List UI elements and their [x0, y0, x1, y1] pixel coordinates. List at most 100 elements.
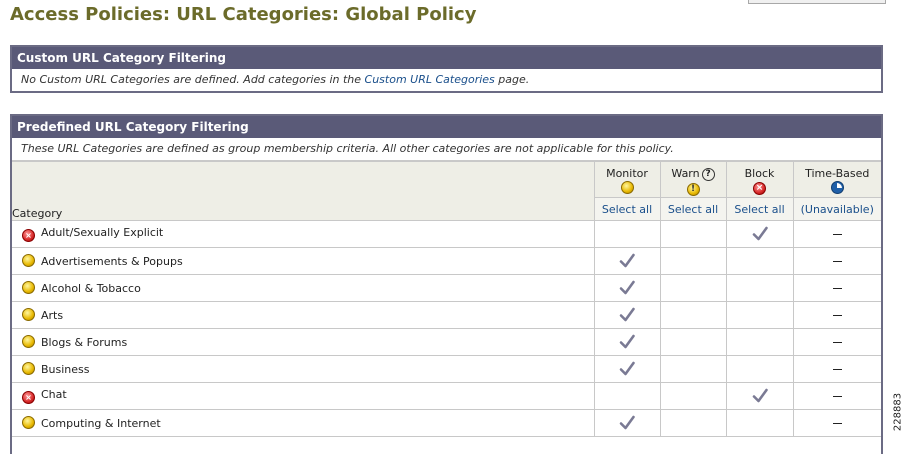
category-name: Alcohol & Tobacco	[41, 282, 141, 295]
time-based-cell	[792, 220, 881, 248]
monitor-cell[interactable]	[593, 301, 661, 329]
checkmark-icon	[618, 334, 636, 349]
time-based-cell	[792, 247, 881, 275]
page-title: Access Policies: URL Categories: Global …	[10, 4, 477, 25]
time-based-icon	[830, 181, 844, 194]
checkmark-icon	[751, 226, 769, 241]
warn-icon: !	[686, 183, 700, 196]
block-cell[interactable]	[725, 328, 794, 356]
monitor-status-icon	[22, 416, 35, 429]
monitor-column-header: Monitor	[593, 161, 661, 198]
custom-url-category-panel: Custom URL Category Filtering No Custom …	[10, 45, 883, 93]
checkmark-icon	[618, 253, 636, 268]
monitor-status-icon	[22, 362, 35, 375]
block-cell[interactable]	[725, 355, 794, 383]
block-cell[interactable]	[725, 382, 794, 410]
predefined-panel-header: Predefined URL Category Filtering	[12, 116, 881, 138]
warn-cell[interactable]	[659, 382, 727, 410]
time-based-cell	[792, 328, 881, 356]
block-cell[interactable]	[725, 409, 794, 437]
dash-icon	[832, 315, 842, 316]
category-cell: × Chat	[12, 382, 595, 410]
category-cell: Computing & Internet	[12, 409, 595, 437]
block-cell[interactable]	[725, 274, 794, 302]
monitor-status-icon	[22, 335, 35, 348]
monitor-status-icon	[22, 254, 35, 267]
time-based-unavailable: (Unavailable)	[792, 197, 881, 221]
predefined-panel-note: These URL Categories are defined as grou…	[12, 138, 881, 161]
time-based-cell	[792, 301, 881, 329]
warn-cell[interactable]	[659, 274, 727, 302]
table-row: Business	[12, 355, 881, 383]
block-label: Block	[744, 167, 775, 180]
dash-icon	[832, 369, 842, 370]
category-cell: Alcohol & Tobacco	[12, 274, 595, 302]
warn-select-all[interactable]: Select all	[659, 197, 727, 221]
category-cell: Business	[12, 355, 595, 383]
monitor-cell[interactable]	[593, 328, 661, 356]
table-row: × Chat	[12, 382, 881, 410]
help-icon[interactable]: ?	[701, 168, 715, 181]
time-based-cell	[792, 382, 881, 410]
custom-note-text-before: No Custom URL Categories are defined. Ad…	[21, 73, 365, 86]
block-cell[interactable]	[725, 247, 794, 275]
custom-url-categories-link[interactable]: Custom URL Categories	[365, 73, 495, 86]
figure-id: 228883	[886, 384, 910, 440]
block-cell[interactable]	[725, 301, 794, 329]
top-button[interactable]	[748, 0, 886, 4]
dash-icon	[832, 288, 842, 289]
category-name: Chat	[41, 388, 67, 401]
time-based-cell	[792, 409, 881, 437]
time-based-column-header: Time-Based	[792, 161, 881, 198]
custom-panel-note: No Custom URL Categories are defined. Ad…	[12, 69, 881, 91]
monitor-cell[interactable]	[593, 355, 661, 383]
monitor-cell[interactable]	[593, 409, 661, 437]
category-cell: × Adult/Sexually Explicit	[12, 220, 595, 248]
dash-icon	[832, 234, 842, 235]
figure-id-text: 228883	[892, 392, 904, 432]
monitor-cell[interactable]	[593, 382, 661, 410]
time-based-label: Time-Based	[805, 167, 870, 180]
category-name: Adult/Sexually Explicit	[41, 226, 164, 239]
category-cell: Blogs & Forums	[12, 328, 595, 356]
category-name: Advertisements & Popups	[41, 255, 183, 268]
category-name: Arts	[41, 309, 64, 322]
warn-cell[interactable]	[659, 247, 727, 275]
warn-cell[interactable]	[659, 220, 727, 248]
checkmark-icon	[618, 415, 636, 430]
dash-icon	[832, 342, 842, 343]
warn-cell[interactable]	[659, 409, 727, 437]
warn-column-header: Warn? !	[659, 161, 727, 198]
checkmark-icon	[618, 307, 636, 322]
monitor-status-icon	[22, 281, 35, 294]
warn-cell[interactable]	[659, 328, 727, 356]
dash-icon	[832, 261, 842, 262]
monitor-cell[interactable]	[593, 247, 661, 275]
monitor-cell[interactable]	[593, 220, 661, 248]
checkmark-icon	[618, 280, 636, 295]
category-rows: × Adult/Sexually Explicit Advertisements &…	[12, 220, 881, 437]
category-column-header: Category	[12, 161, 595, 221]
dash-icon	[832, 396, 842, 397]
block-select-all[interactable]: Select all	[725, 197, 794, 221]
warn-cell[interactable]	[659, 301, 727, 329]
predefined-url-category-panel: Predefined URL Category Filtering These …	[10, 114, 883, 454]
monitor-cell[interactable]	[593, 274, 661, 302]
block-icon: ×	[753, 182, 766, 195]
time-based-cell	[792, 355, 881, 383]
warn-cell[interactable]	[659, 355, 727, 383]
monitor-status-icon	[22, 308, 35, 321]
custom-note-text-after: page.	[494, 73, 530, 86]
time-based-cell	[792, 274, 881, 302]
category-cell: Arts	[12, 301, 595, 329]
block-cell[interactable]	[725, 220, 794, 248]
category-cell: Advertisements & Popups	[12, 247, 595, 275]
block-status-icon: ×	[22, 391, 35, 404]
warn-label: Warn	[671, 167, 700, 180]
category-name: Blogs & Forums	[41, 336, 128, 349]
category-name: Business	[41, 363, 90, 376]
url-category-table: Category Monitor Warn? ! Block × Time-Ba…	[12, 161, 881, 437]
block-status-icon: ×	[22, 229, 35, 242]
table-row: Arts	[12, 301, 881, 329]
monitor-select-all[interactable]: Select all	[594, 197, 661, 221]
